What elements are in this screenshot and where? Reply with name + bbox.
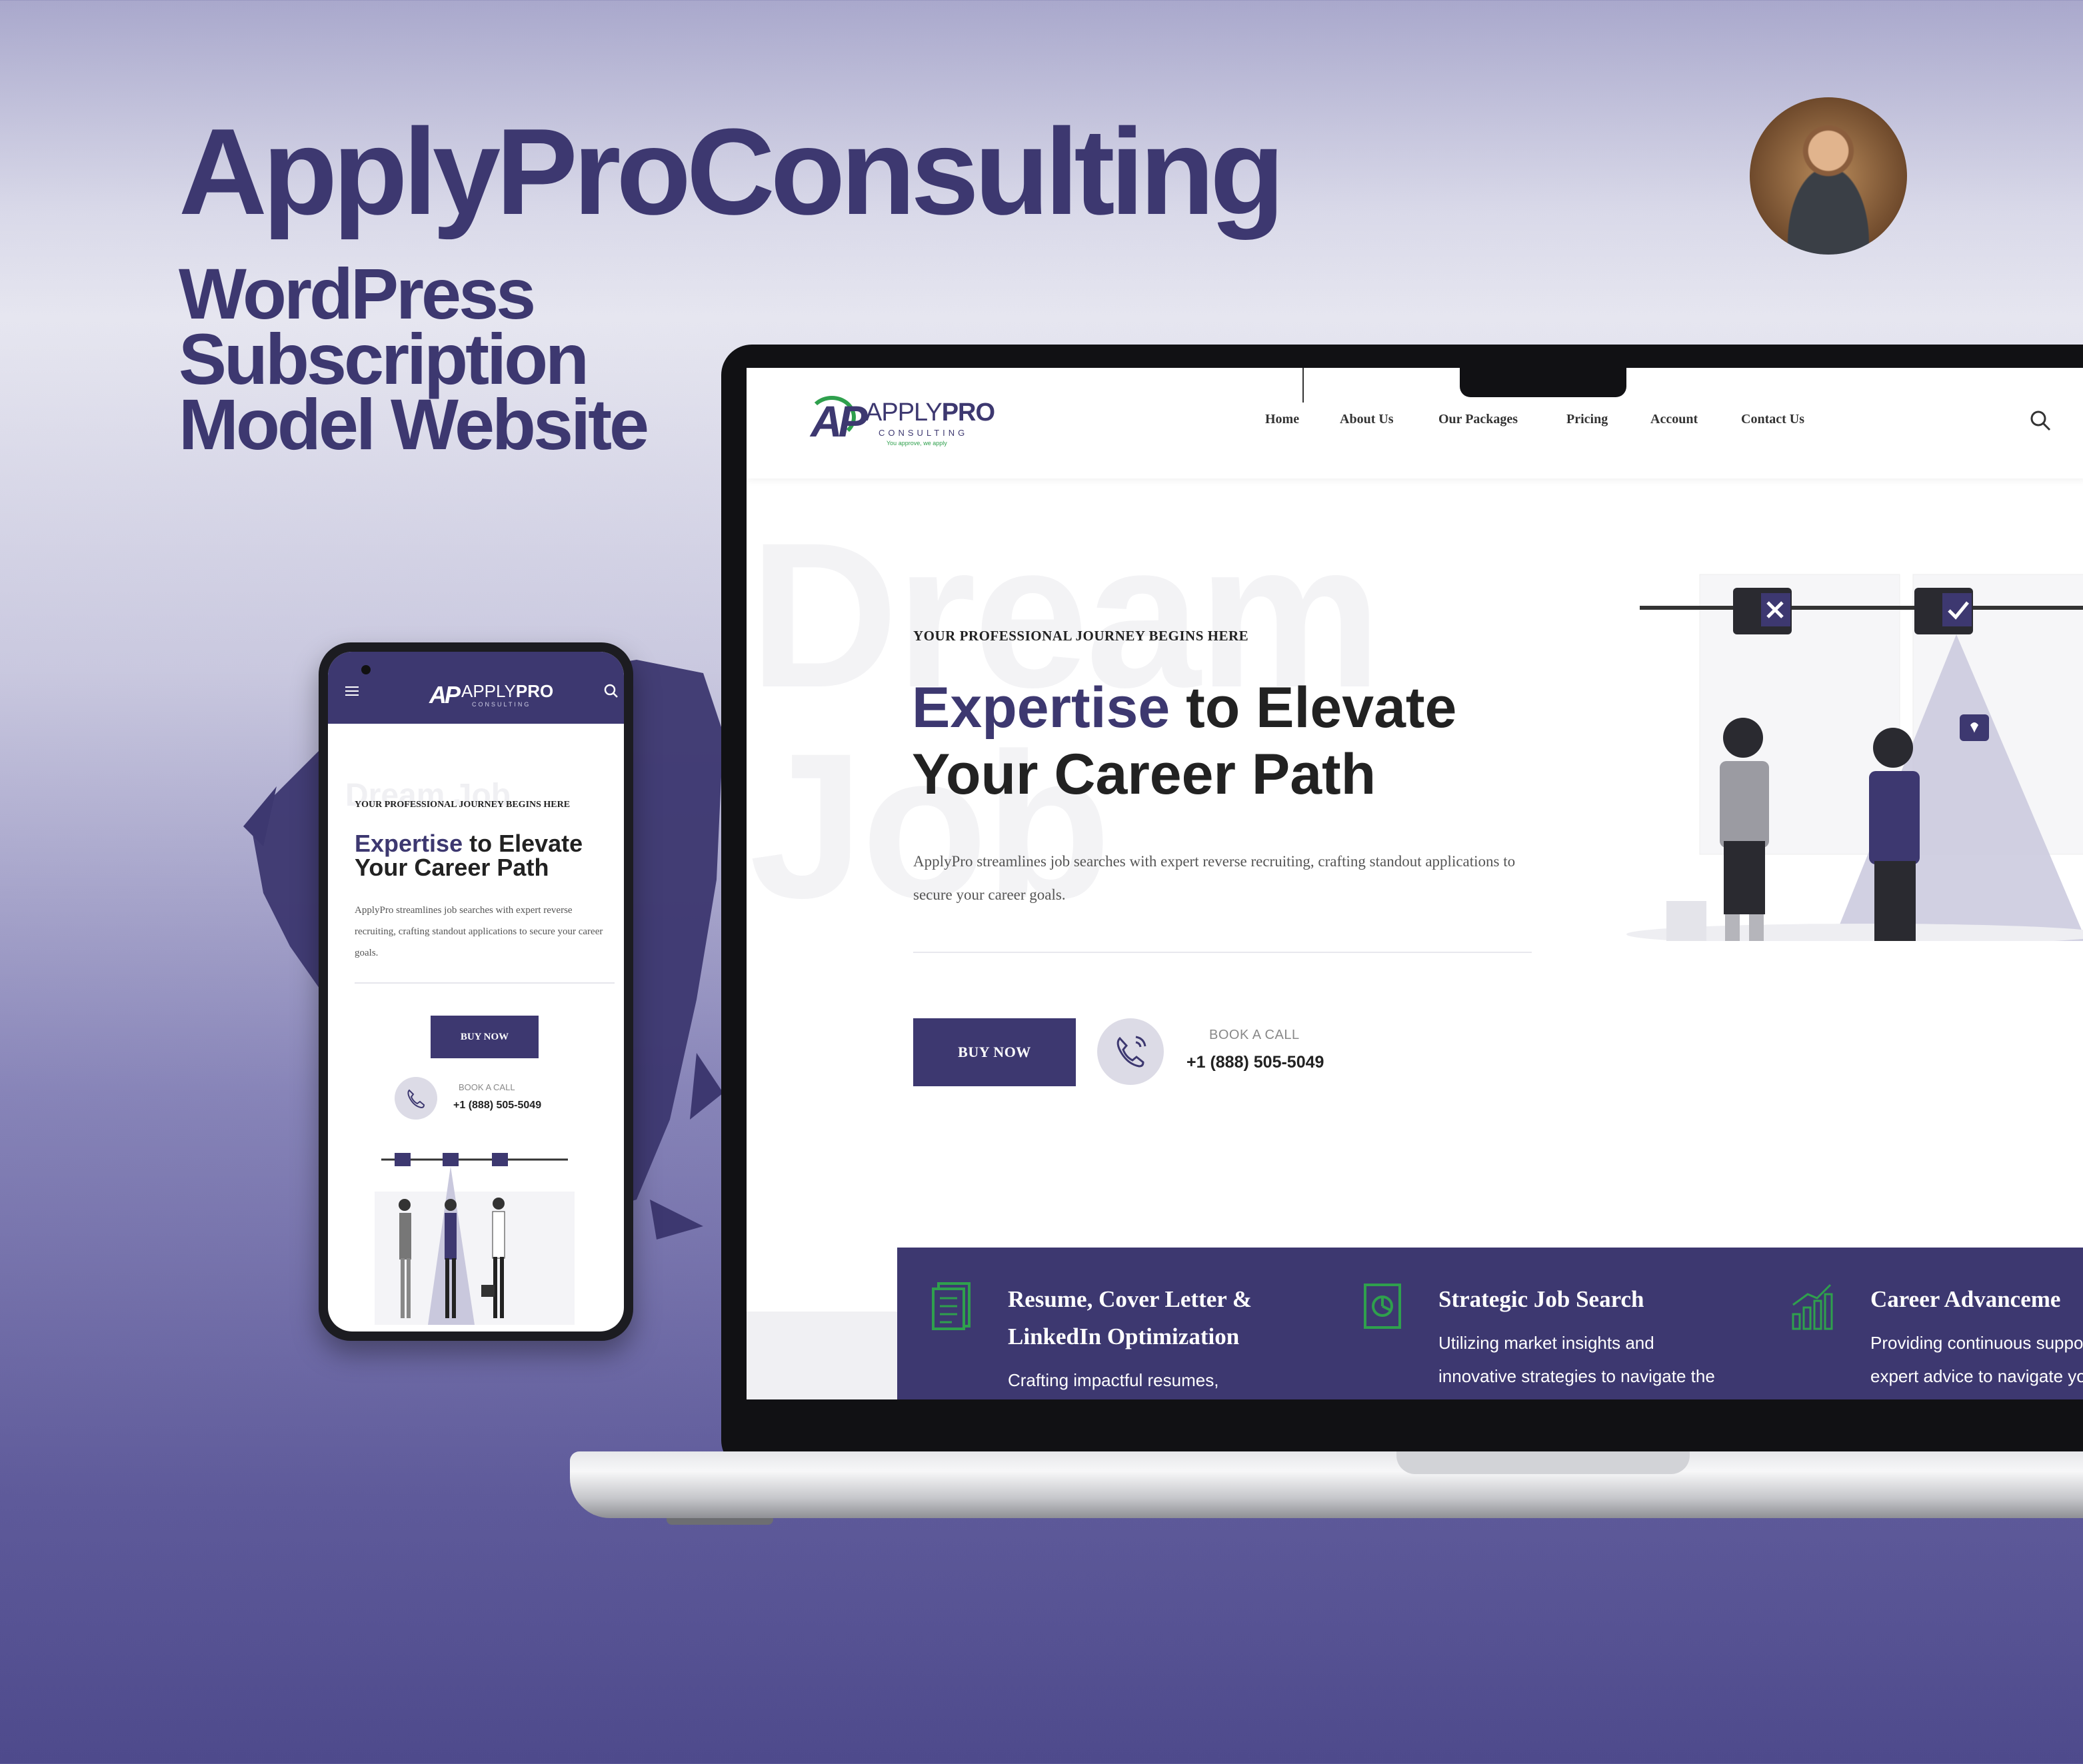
logo-prefix: APPLY [461,681,516,701]
subtitle-line: WordPress [179,253,536,334]
phone-icon[interactable] [1097,1018,1164,1085]
service-description: innovative strategies to navigate the [1438,1366,1715,1386]
hero-eyebrow: YOUR PROFESSIONAL JOURNEY BEGINS HERE [913,628,1249,644]
subtitle-line: Subscription [179,319,589,399]
service-title-line: LinkedIn Optimization [1008,1323,1240,1349]
service-description: expert advice to navigate yo [1870,1366,2083,1386]
service-title[interactable]: Strategic Job Search [1438,1281,1745,1318]
phone-number[interactable]: +1 (888) 505-5049 [453,1100,541,1112]
logo-mark[interactable]: AP [429,681,461,709]
nav-about-us[interactable]: About Us [1340,412,1394,427]
divider [913,952,1532,953]
service-description: Providing continuous suppo [1870,1333,2083,1353]
laptop-foot [667,1518,773,1525]
headline-highlight: Expertise [912,676,1170,740]
hero-body: ApplyPro streamlines job searches with e… [913,853,1516,903]
laptop-screen: AP APPLYPRO CONSULTING You approve, we a… [747,368,2083,1399]
service-description: Utilizing market insights and [1438,1333,1654,1353]
buy-now-button[interactable]: BUY NOW [431,1016,539,1058]
hero-headline: Expertise to Elevate Your Career Path [912,674,1578,808]
service-title[interactable]: Resume, Cover Letter & LinkedIn Optimiza… [1008,1281,1314,1355]
phone-icon[interactable] [395,1077,437,1120]
subtitle-line: Model Website [179,384,649,464]
front-camera [361,665,371,674]
laptop-trackpad-notch [1396,1451,1690,1474]
headline-highlight: Expertise [355,830,463,857]
nav-pricing[interactable]: Pricing [1566,412,1608,427]
book-call-label: BOOK A CALL [1209,1028,1300,1042]
search-icon[interactable] [2029,409,2052,432]
logo-mark[interactable]: AP [811,396,868,446]
search-icon[interactable] [604,684,619,698]
chart-report-icon [1364,1284,1401,1329]
headline-text: Your Career Path [912,742,1376,806]
hamburger-menu-icon[interactable] [345,686,359,696]
logo-sub: CONSULTING [472,701,531,708]
nav-account[interactable]: Account [1650,412,1698,427]
divider [355,982,615,984]
logo-suffix: PRO [941,399,995,427]
showcase-subtitle: WordPress Subscription Model Website [179,253,649,464]
hero-headline: Expertise to Elevate Your Career Path [355,832,608,880]
headline-text: to Elevate [463,830,583,857]
phone-number[interactable]: +1 (888) 505-5049 [1186,1053,1324,1072]
hero-illustration [1626,574,2083,941]
hero-body: ApplyPro streamlines job searches with e… [355,905,603,958]
logo-suffix: PRO [515,681,554,701]
laptop-notch [1460,368,1626,397]
author-avatar [1750,97,1907,255]
service-title[interactable]: Career Advanceme [1870,1281,2083,1318]
logo-prefix: APPLY [865,399,943,427]
laptop-base [570,1451,2083,1518]
header-divider [1302,368,1304,403]
headline-text: to Elevate [1170,676,1457,740]
document-list-icon [932,1282,971,1330]
mobile-header: AP APPLYPRO CONSULTING [328,652,624,724]
hero-illustration [375,1153,575,1325]
hero-eyebrow: YOUR PROFESSIONAL JOURNEY BEGINS HERE [355,800,571,810]
showcase-title: ApplyProConsulting [179,103,1285,240]
service-description: Crafting impactful resumes, [1008,1370,1219,1390]
nav-our-packages[interactable]: Our Packages [1438,412,1518,427]
phone-screen: AP APPLYPRO CONSULTING Dream Job YOUR PR… [328,652,624,1331]
site-header: AP APPLYPRO CONSULTING You approve, we a… [747,368,2083,478]
headline-text: Your Career Path [355,854,549,881]
logo-sub: CONSULTING [879,428,969,438]
book-call-label: BOOK A CALL [459,1082,515,1092]
buy-now-button[interactable]: BUY NOW [913,1018,1076,1086]
logo-tagline: You approve, we apply [887,440,947,446]
growth-chart-icon [1792,1284,1833,1330]
service-title-line: Resume, Cover Letter & [1008,1286,1252,1312]
logo-wordmark[interactable]: APPLYPRO [461,681,553,702]
logo-wordmark[interactable]: APPLYPRO [865,399,995,427]
nav-home[interactable]: Home [1265,412,1299,427]
phone-mockup: AP APPLYPRO CONSULTING Dream Job YOUR PR… [319,642,633,1341]
services-band: Resume, Cover Letter & LinkedIn Optimiza… [897,1248,2083,1399]
nav-contact-us[interactable]: Contact Us [1741,412,1804,427]
services-band-left [747,1312,897,1399]
